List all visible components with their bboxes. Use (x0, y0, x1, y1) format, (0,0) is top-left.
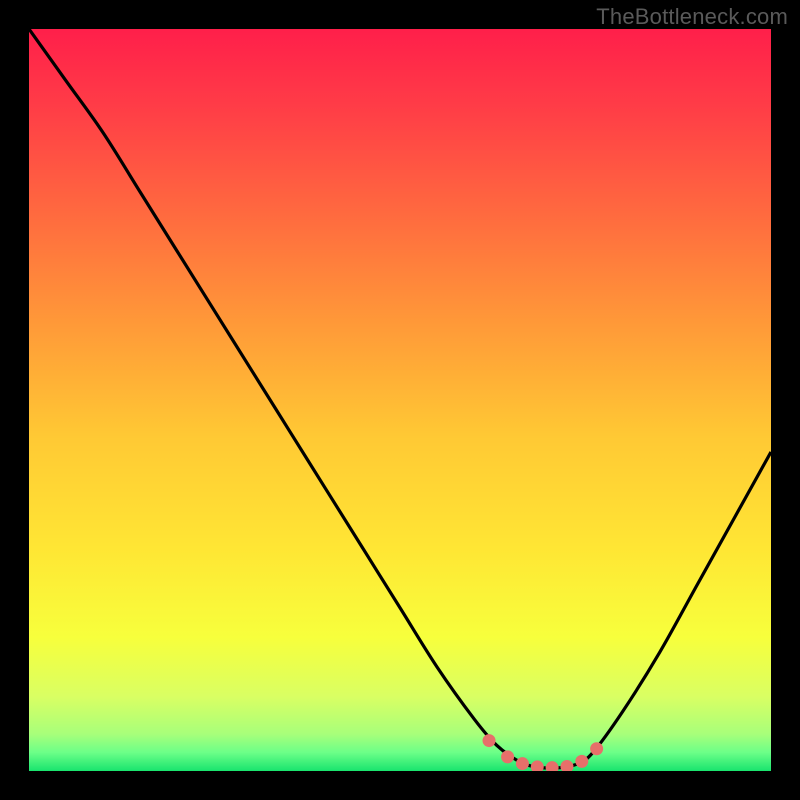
gradient-background (29, 29, 771, 771)
optimal-marker (516, 757, 529, 770)
bottleneck-plot (29, 29, 771, 771)
chart-frame: TheBottleneck.com (0, 0, 800, 800)
watermark-text: TheBottleneck.com (596, 4, 788, 30)
optimal-marker (590, 742, 603, 755)
optimal-marker (501, 750, 514, 763)
optimal-marker (575, 755, 588, 768)
optimal-marker (483, 734, 496, 747)
